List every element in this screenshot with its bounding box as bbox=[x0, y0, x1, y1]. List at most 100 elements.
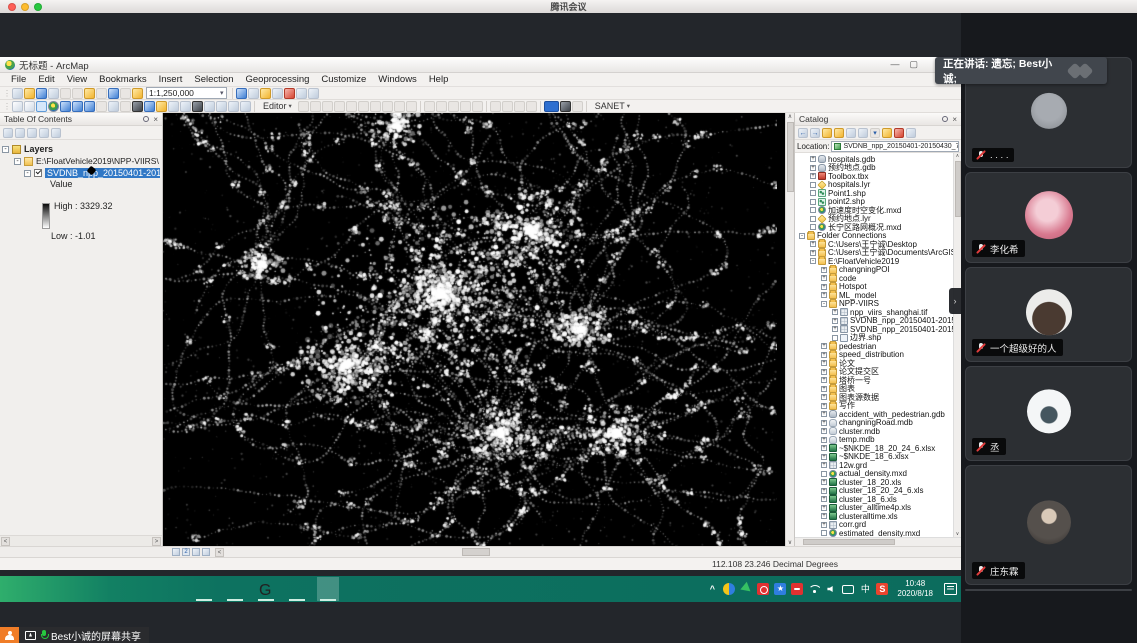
chevron-down-icon[interactable] bbox=[220, 89, 224, 97]
map-vertical-scrollbar[interactable] bbox=[785, 113, 794, 546]
layer-visibility-checkbox[interactable] bbox=[34, 169, 42, 177]
close-icon[interactable] bbox=[952, 115, 957, 124]
catalog-tree-item[interactable]: + 图表源数据 bbox=[797, 393, 953, 402]
menu-item[interactable]: Insert bbox=[153, 74, 189, 85]
touchpad-icon[interactable] bbox=[842, 585, 854, 594]
cut-polygons-icon[interactable] bbox=[394, 101, 405, 112]
pan-icon[interactable] bbox=[36, 101, 47, 112]
forward-extent-icon[interactable] bbox=[96, 101, 107, 112]
task-view-button[interactable] bbox=[100, 577, 122, 601]
toc-group-layer[interactable]: - E:\FloatVehicle2019\NPP-VIIRS\ bbox=[2, 155, 160, 167]
expand-toggle[interactable] bbox=[810, 224, 816, 230]
menu-item[interactable]: Edit bbox=[32, 74, 60, 85]
volume-icon[interactable] bbox=[825, 583, 837, 595]
pdf-app-icon[interactable]: G bbox=[255, 577, 277, 601]
catalog-tree-item[interactable]: 加速度时空变化.mxd bbox=[797, 206, 953, 215]
new-folder-icon[interactable] bbox=[882, 128, 892, 138]
scroll-left-button[interactable] bbox=[1, 537, 10, 546]
catalog-tree-item[interactable]: + cluster_alltime4p.xls bbox=[797, 504, 953, 513]
edit-annotation-icon[interactable] bbox=[310, 101, 321, 112]
list-by-selection-icon[interactable] bbox=[39, 128, 49, 138]
reshape-icon[interactable] bbox=[382, 101, 393, 112]
scroll-down-button[interactable] bbox=[788, 539, 792, 546]
menu-item[interactable]: Geoprocessing bbox=[239, 74, 315, 85]
sogou-input-icon[interactable]: S bbox=[876, 583, 888, 595]
participant-tile[interactable]: 李化希 bbox=[965, 172, 1132, 263]
create-features-icon[interactable] bbox=[460, 101, 471, 112]
expand-toggle[interactable]: + bbox=[821, 352, 827, 358]
expand-toggle[interactable]: + bbox=[821, 505, 827, 511]
cortana-button[interactable] bbox=[69, 577, 91, 601]
list-by-visibility-icon[interactable] bbox=[27, 128, 37, 138]
sanet-menu-button[interactable]: SANET bbox=[590, 100, 635, 112]
catalog-tree-item[interactable]: + temp.mdb bbox=[797, 436, 953, 445]
cut-icon[interactable] bbox=[60, 88, 71, 99]
macos-minimize-button[interactable] bbox=[21, 3, 29, 11]
modelbuilder-icon[interactable] bbox=[308, 88, 319, 99]
catalog-tree-item[interactable]: + cluster.mdb bbox=[797, 427, 953, 436]
view-menu-dropdown[interactable]: ▾ bbox=[870, 128, 880, 138]
expand-toggle[interactable]: + bbox=[821, 284, 827, 290]
participant-tile[interactable]: 庄东霖 bbox=[965, 465, 1132, 585]
select-features-icon[interactable] bbox=[108, 101, 119, 112]
fixed-zoom-out-icon[interactable] bbox=[72, 101, 83, 112]
expand-toggle[interactable]: + bbox=[821, 360, 827, 366]
expand-toggle[interactable]: + bbox=[821, 488, 827, 494]
expand-toggle[interactable]: + bbox=[821, 428, 827, 434]
scroll-up-button[interactable] bbox=[956, 153, 960, 159]
menu-item[interactable]: Selection bbox=[188, 74, 239, 85]
snapping-icon[interactable] bbox=[472, 101, 483, 112]
remote-tray-icon[interactable] bbox=[740, 583, 752, 595]
arcmap-taskbar-icon[interactable] bbox=[317, 577, 339, 601]
expand-toggle[interactable]: + bbox=[810, 250, 816, 256]
back-extent-icon[interactable] bbox=[84, 101, 95, 112]
catalog-tree-item[interactable]: + 12w.grd bbox=[797, 461, 953, 470]
sidebar-collapse-button[interactable]: › bbox=[949, 288, 961, 314]
delete-icon[interactable] bbox=[96, 88, 107, 99]
redo-icon[interactable] bbox=[120, 88, 131, 99]
straight-segment-icon[interactable] bbox=[322, 101, 333, 112]
expand-toggle[interactable]: + bbox=[821, 420, 827, 426]
expand-toggle[interactable] bbox=[810, 190, 816, 196]
expand-toggle[interactable]: + bbox=[832, 326, 838, 332]
expand-toggle[interactable]: - bbox=[799, 233, 805, 239]
expand-toggle[interactable]: + bbox=[821, 411, 827, 417]
menu-item[interactable]: Bookmarks bbox=[93, 74, 153, 85]
expand-toggle[interactable]: + bbox=[810, 165, 816, 171]
map-view[interactable] bbox=[163, 113, 785, 546]
chrome-icon[interactable] bbox=[224, 577, 246, 601]
expand-toggle[interactable]: + bbox=[821, 267, 827, 273]
catalog-tree-item[interactable]: estimated_density.mxd bbox=[797, 529, 953, 537]
endpoint-arc-icon[interactable] bbox=[334, 101, 345, 112]
validate-topology-icon[interactable] bbox=[526, 101, 537, 112]
list-by-drawing-order-icon[interactable] bbox=[3, 128, 13, 138]
share-status-pill[interactable]: Best小诚的屏幕共享 bbox=[19, 627, 149, 643]
file-explorer-icon[interactable] bbox=[193, 577, 215, 601]
catalog-tree-item[interactable]: + clusteralltime.xls bbox=[797, 512, 953, 521]
refresh-icon[interactable] bbox=[846, 128, 856, 138]
catalog-tree-item[interactable]: + cluster_18_6.xls bbox=[797, 495, 953, 504]
font-color-swatch[interactable] bbox=[544, 101, 559, 112]
edit-tool-icon[interactable] bbox=[298, 101, 309, 112]
catalog-tree-item[interactable]: + 塔桥一号 bbox=[797, 376, 953, 385]
split-icon[interactable] bbox=[406, 101, 417, 112]
sketch-properties-icon[interactable] bbox=[448, 101, 459, 112]
wifi-icon[interactable] bbox=[808, 583, 820, 595]
expand-toggle[interactable]: + bbox=[821, 522, 827, 528]
table-of-contents-icon[interactable] bbox=[248, 88, 259, 99]
edit-vertices-icon[interactable] bbox=[370, 101, 381, 112]
catalog-tree-item[interactable]: + 预约地点.gdb bbox=[797, 164, 953, 173]
expand-toggle[interactable]: + bbox=[821, 292, 827, 298]
label-manager-icon[interactable] bbox=[572, 101, 583, 112]
toc-layers-root[interactable]: - Layers bbox=[2, 143, 160, 155]
data-view-button[interactable] bbox=[172, 548, 180, 556]
attributes-icon[interactable] bbox=[436, 101, 447, 112]
error-inspector-icon[interactable] bbox=[514, 101, 525, 112]
expand-toggle[interactable]: + bbox=[821, 394, 827, 400]
refresh-view-icon[interactable] bbox=[228, 101, 239, 112]
catalog-tree-item[interactable]: + cluster_18_20_24_6.xls bbox=[797, 487, 953, 496]
refresh-view-button[interactable] bbox=[192, 548, 200, 556]
participant-tile[interactable]: 丞 bbox=[965, 366, 1132, 461]
up-one-level-icon[interactable] bbox=[822, 128, 832, 138]
menu-item[interactable]: Windows bbox=[372, 74, 423, 85]
